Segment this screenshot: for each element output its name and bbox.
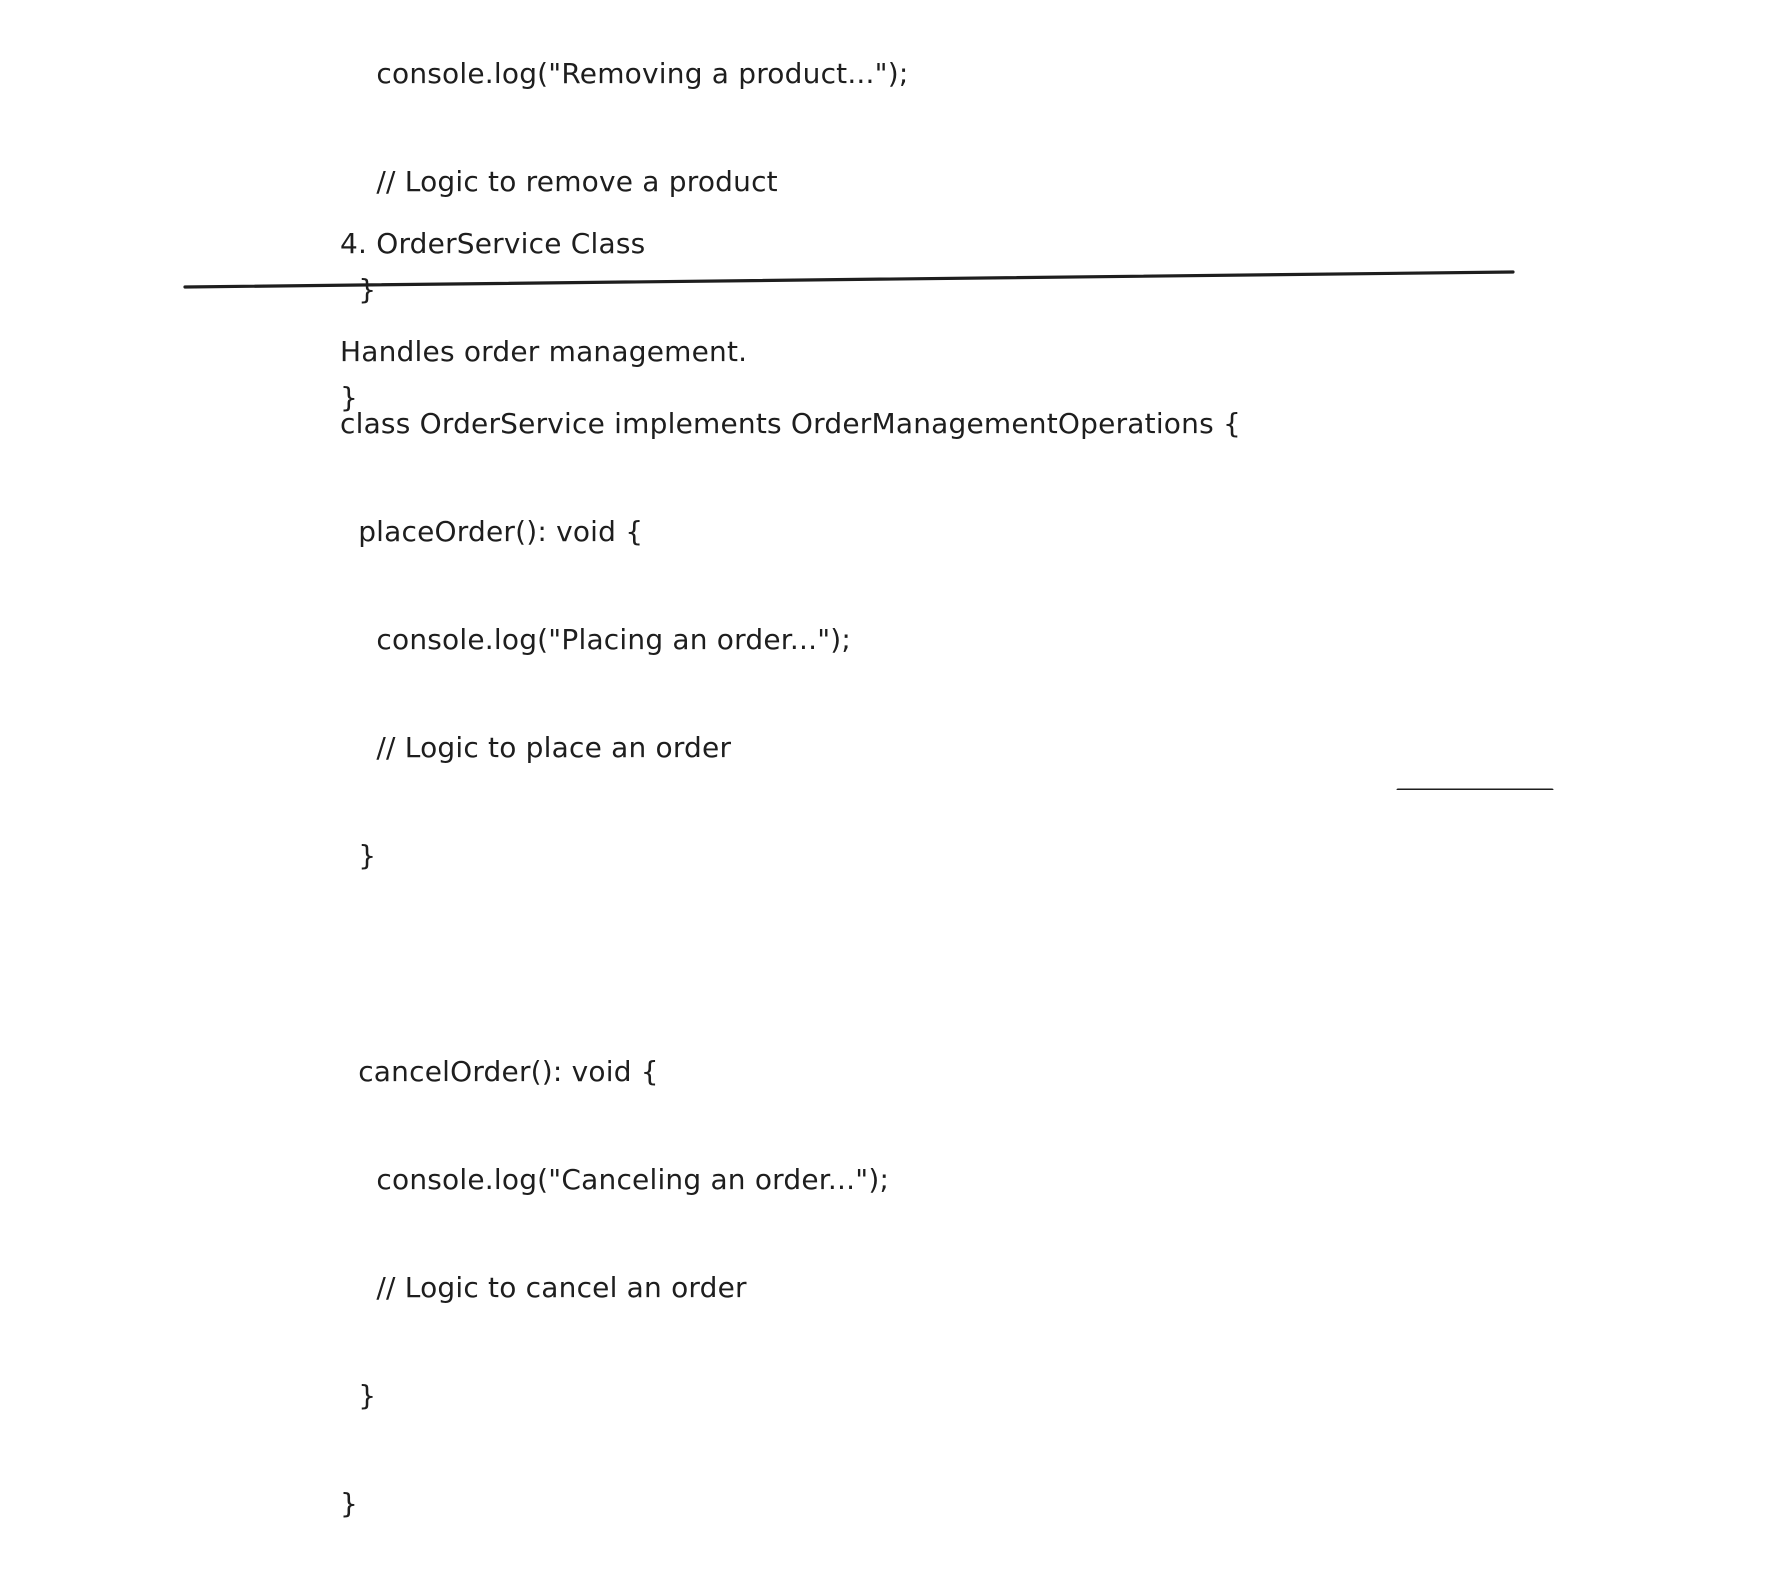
code-line: console.log("Removing a product...");	[340, 57, 909, 90]
code-line: placeOrder(): void {	[340, 515, 644, 548]
code-line: }	[340, 1487, 359, 1520]
code-line: cancelOrder(): void {	[340, 1055, 659, 1088]
whiteboard-canvas[interactable]: console.log("Removing a product..."); //…	[0, 0, 1786, 1520]
code-line: }	[340, 839, 377, 872]
code-line: class OrderService implements OrderManag…	[340, 407, 1241, 440]
code-line: console.log("Placing an order...");	[340, 623, 852, 656]
code-comment-line: // Logic to place an order	[340, 731, 732, 764]
orderservice-code-block[interactable]: class OrderService implements OrderManag…	[340, 334, 1241, 1580]
section-title: 4. OrderService Class	[340, 227, 646, 260]
code-comment-line: // Logic to cancel an order	[340, 1271, 747, 1304]
code-line: console.log("Canceling an order...");	[340, 1163, 890, 1196]
code-line: }	[340, 1379, 377, 1412]
